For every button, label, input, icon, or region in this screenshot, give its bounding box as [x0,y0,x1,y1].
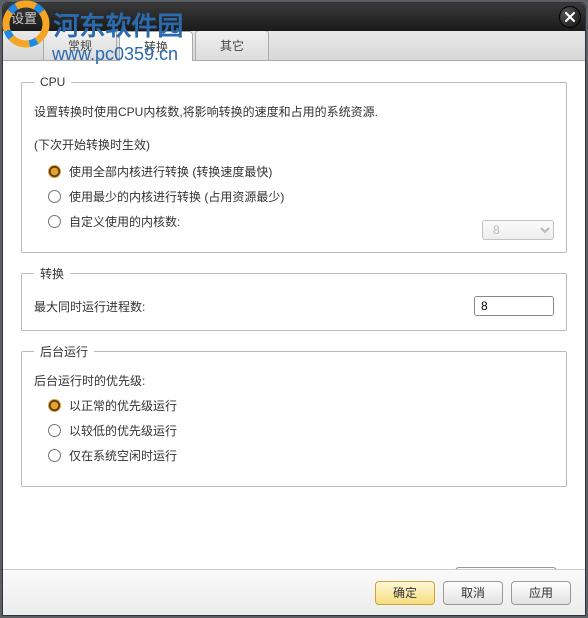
radio-bg-normal[interactable] [48,399,61,412]
label-bg-normal[interactable]: 以正常的优先级运行 [69,397,177,414]
cpu-note: (下次开始转换时生效) [34,136,554,153]
max-proc-label: 最大同时运行进程数: [34,298,145,315]
radio-cpu-min[interactable] [48,190,61,203]
cancel-button[interactable]: 取消 [443,581,503,605]
radio-cpu-all[interactable] [48,165,61,178]
convert-group: 转换 最大同时运行进程数: ▲ ▼ [21,265,567,331]
window-title: 设置 [11,8,37,27]
radio-bg-idle[interactable] [48,449,61,462]
tab-convert[interactable]: 转换 [119,31,193,61]
radio-cpu-custom[interactable] [48,215,61,228]
tab-general[interactable]: 常规 [43,30,117,60]
background-group: 后台运行 后台运行时的优先级: 以正常的优先级运行 以较低的优先级运行 仅在系统… [21,343,567,487]
background-legend: 后台运行 [34,343,94,360]
bottom-bar: 确定 取消 应用 [3,569,585,615]
bg-label: 后台运行时的优先级: [34,372,554,389]
settings-window: 设置 常规 转换 其它 CPU 设置转换时使用CPU内核数,将影响转换的速度和占… [2,2,586,616]
apply-button[interactable]: 应用 [511,581,571,605]
label-bg-low[interactable]: 以较低的优先级运行 [69,422,177,439]
tab-other[interactable]: 其它 [195,30,269,60]
cpu-desc: 设置转换时使用CPU内核数,将影响转换的速度和占用的系统资源. [34,103,554,120]
titlebar: 设置 [3,3,585,31]
tabstrip: 常规 转换 其它 [3,31,585,61]
cpu-group: CPU 设置转换时使用CPU内核数,将影响转换的速度和占用的系统资源. (下次开… [21,75,567,253]
cores-select[interactable]: 8 [482,220,554,240]
max-proc-spinner[interactable]: ▲ ▼ [474,296,554,316]
cpu-legend: CPU [34,75,71,89]
ok-button[interactable]: 确定 [375,581,435,605]
radio-bg-low[interactable] [48,424,61,437]
max-proc-input[interactable] [475,297,554,315]
content-area: CPU 设置转换时使用CPU内核数,将影响转换的速度和占用的系统资源. (下次开… [3,61,585,579]
label-cpu-custom[interactable]: 自定义使用的内核数: [69,213,180,230]
label-bg-idle[interactable]: 仅在系统空闲时运行 [69,447,177,464]
label-cpu-min[interactable]: 使用最少的内核进行转换 (占用资源最少) [69,188,284,205]
close-icon [565,12,575,22]
label-cpu-all[interactable]: 使用全部内核进行转换 (转换速度最快) [69,163,272,180]
close-button[interactable] [559,6,581,28]
convert-legend: 转换 [34,265,70,282]
